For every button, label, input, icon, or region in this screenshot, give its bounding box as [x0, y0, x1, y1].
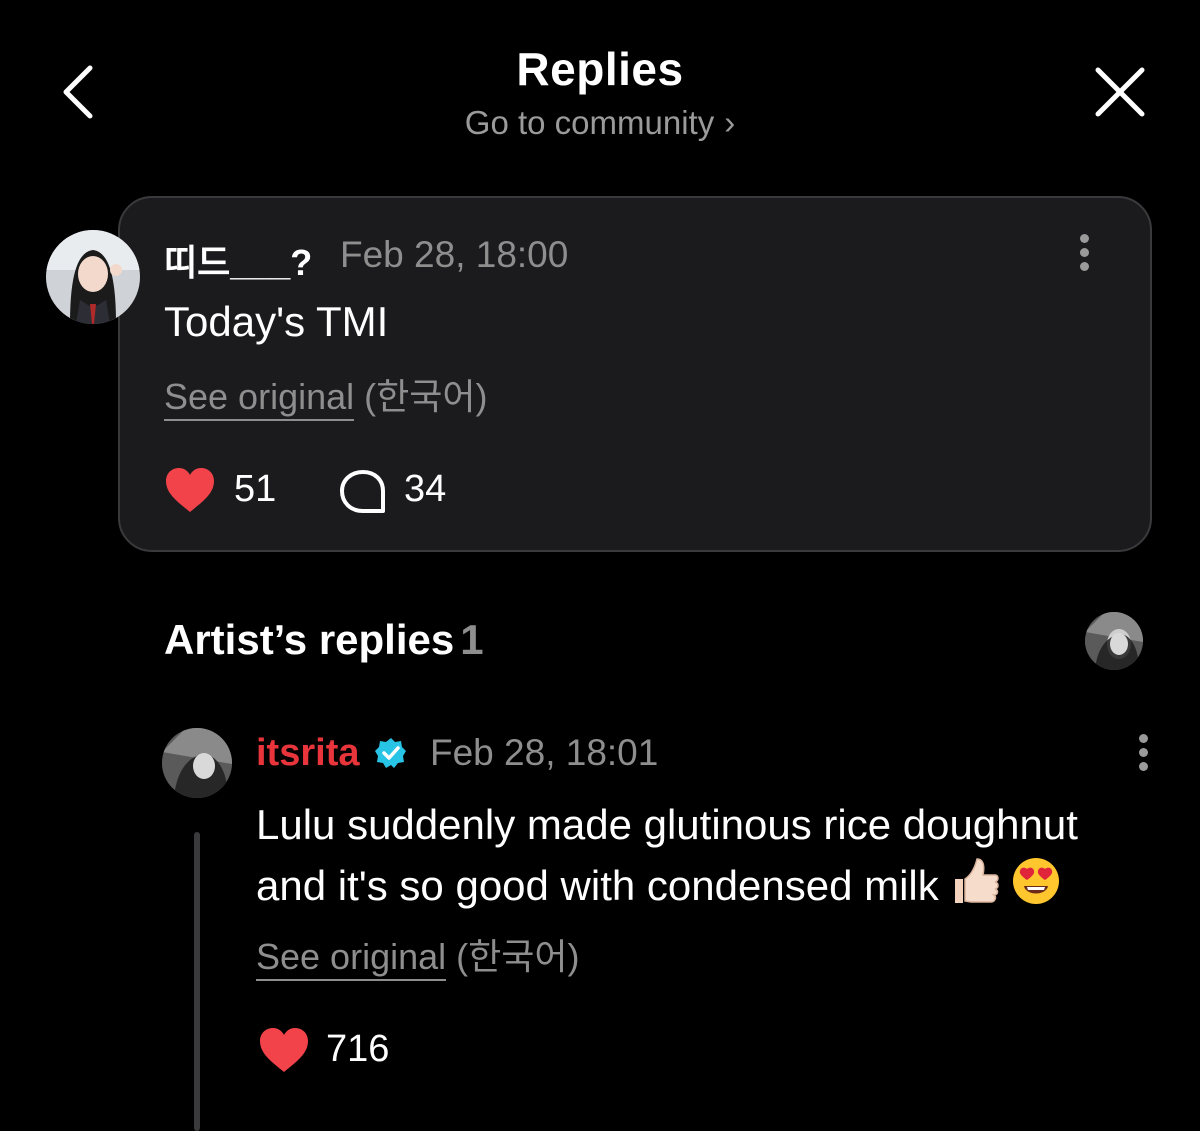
- original-language-label: (한국어): [456, 936, 580, 977]
- reply-text-line-2: and it's so good with condensed milk: [256, 855, 1156, 923]
- heart-eyes-emoji-icon: [1011, 856, 1061, 922]
- heart-icon: [166, 468, 214, 512]
- reply-text-line-2-text: and it's so good with condensed milk: [256, 862, 939, 910]
- see-original-link[interactable]: See original: [164, 376, 355, 421]
- reply-timestamp: Feb 28, 18:01: [430, 732, 659, 773]
- chevron-right-icon: ›: [724, 104, 736, 141]
- go-to-community-link[interactable]: Go to community ›: [0, 104, 1200, 142]
- post-author-name[interactable]: 띠드___?: [164, 234, 312, 286]
- reply-text: Lulu suddenly made glutinous rice doughn…: [256, 794, 1156, 923]
- thread-line: [194, 832, 200, 1131]
- reply-more-icon[interactable]: [1133, 734, 1153, 778]
- close-icon: [1095, 67, 1145, 117]
- post-comment-button[interactable]: [338, 468, 388, 516]
- avatar-image-icon: [162, 728, 232, 798]
- comment-icon: [340, 470, 385, 513]
- avatar-image-icon: [1085, 612, 1143, 670]
- post-timestamp: Feb 28, 18:00: [340, 234, 569, 275]
- see-original-link[interactable]: See original: [256, 936, 447, 981]
- post-see-original[interactable]: See original (한국어): [164, 368, 488, 421]
- post-text: Today's TMI: [164, 298, 389, 345]
- post-more-icon[interactable]: [1074, 234, 1094, 278]
- go-to-community-label: Go to community: [464, 104, 715, 141]
- post-like-count: 51: [234, 468, 277, 510]
- reply-author-avatar[interactable]: [162, 728, 232, 798]
- post-author-avatar[interactable]: [46, 230, 140, 324]
- heart-icon: [260, 1028, 308, 1072]
- reply-text-line-1: Lulu suddenly made glutinous rice doughn…: [256, 801, 1078, 848]
- post-comment-count: 34: [404, 468, 447, 510]
- close-button[interactable]: [1090, 62, 1150, 122]
- page-title: Replies: [516, 43, 684, 95]
- reply-see-original[interactable]: See original (한국어): [256, 928, 580, 981]
- artist-avatar[interactable]: [1085, 612, 1143, 670]
- post-like-button[interactable]: [164, 466, 216, 519]
- original-language-label: (한국어): [364, 376, 488, 417]
- artist-replies-title: Artist’s replies: [164, 616, 455, 663]
- thumbs-up-emoji-icon: [949, 855, 1001, 923]
- reply-like-button[interactable]: [258, 1026, 310, 1079]
- reply-author-name[interactable]: itsrita: [256, 732, 359, 775]
- artist-replies-count: 1: [460, 616, 484, 663]
- reply-like-count: 716: [326, 1028, 390, 1070]
- verified-badge-icon: [374, 736, 408, 770]
- avatar-image-icon: [46, 230, 140, 324]
- artist-replies-heading: Artist’s replies 1: [164, 616, 484, 664]
